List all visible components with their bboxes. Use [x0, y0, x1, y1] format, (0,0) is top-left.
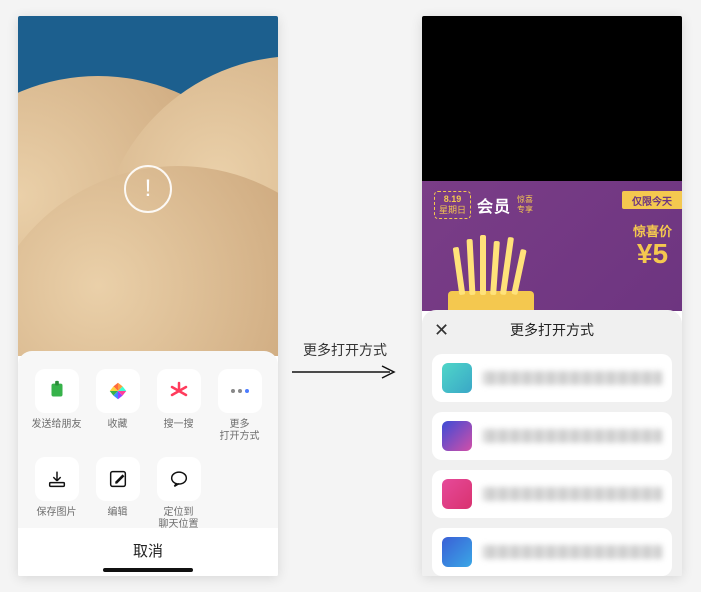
label: 发送给朋友: [32, 419, 82, 431]
more-open-with-button[interactable]: 更多 打开方式: [209, 369, 270, 443]
label: 更多 打开方式: [220, 419, 260, 443]
promo-banner: 8.19 星期日 会员 惊喜 专享 仅限今天 惊喜价 ¥5: [422, 181, 682, 311]
search-star-icon: [157, 369, 201, 413]
open-with-sheet: ✕ 更多打开方式: [422, 310, 682, 576]
arrow-label: 更多打开方式: [303, 340, 387, 360]
app-icon: [442, 537, 472, 567]
label: 搜一搜: [164, 419, 194, 431]
send-to-friend-button[interactable]: 发送给朋友: [26, 369, 87, 443]
date-badge: 8.19 星期日: [434, 191, 471, 219]
locate-in-chat-button[interactable]: 定位到 聊天位置: [148, 457, 209, 531]
more-icon: [218, 369, 262, 413]
price-block: 惊喜价 ¥5: [633, 221, 672, 268]
phone-right: 8.19 星期日 会员 惊喜 专享 仅限今天 惊喜价 ¥5 ✕ 更多打开方式: [422, 16, 682, 576]
label: 编辑: [108, 507, 128, 519]
image-error-icon: !: [124, 165, 172, 213]
locate-chat-icon: [157, 457, 201, 501]
arrow-icon: [290, 364, 400, 380]
sheet-header: ✕ 更多打开方式: [422, 310, 682, 350]
phone-left: ! 发送给朋友 收藏 搜一搜: [18, 16, 278, 576]
app-option[interactable]: [432, 528, 672, 576]
action-grid: 发送给朋友 收藏 搜一搜 更多 打开方式: [18, 351, 278, 531]
favorite-button[interactable]: 收藏: [87, 369, 148, 443]
label: 保存图片: [37, 507, 77, 519]
app-icon: [442, 479, 472, 509]
app-label-blurred: [482, 487, 662, 501]
member-badge: 8.19 星期日 会员 惊喜 专享: [434, 191, 533, 219]
today-only-ribbon: 仅限今天: [622, 191, 682, 209]
action-sheet: 发送给朋友 收藏 搜一搜 更多 打开方式: [18, 351, 278, 576]
app-icon: [442, 363, 472, 393]
search-button[interactable]: 搜一搜: [148, 369, 209, 443]
app-option[interactable]: [432, 470, 672, 518]
fries-graphic: [448, 253, 534, 311]
app-list: [422, 350, 682, 576]
badge-title: 会员: [477, 193, 511, 217]
flow-arrow: 更多打开方式: [290, 340, 400, 380]
photo-background: !: [18, 16, 278, 356]
app-option[interactable]: [432, 412, 672, 460]
app-label-blurred: [482, 545, 662, 559]
price-value: ¥5: [633, 240, 672, 268]
app-icon: [442, 421, 472, 451]
edit-icon: [96, 457, 140, 501]
save-image-button[interactable]: 保存图片: [26, 457, 87, 531]
download-icon: [35, 457, 79, 501]
app-option[interactable]: [432, 354, 672, 402]
app-label-blurred: [482, 429, 662, 443]
favorite-icon: [96, 369, 140, 413]
sheet-title: 更多打开方式: [510, 320, 594, 340]
edit-button[interactable]: 编辑: [87, 457, 148, 531]
app-label-blurred: [482, 371, 662, 385]
label: 收藏: [108, 419, 128, 431]
send-friend-icon: [35, 369, 79, 413]
close-icon[interactable]: ✕: [434, 321, 449, 339]
home-indicator: [103, 568, 193, 572]
badge-sub: 惊喜 专享: [517, 195, 533, 215]
video-area: [422, 16, 682, 181]
